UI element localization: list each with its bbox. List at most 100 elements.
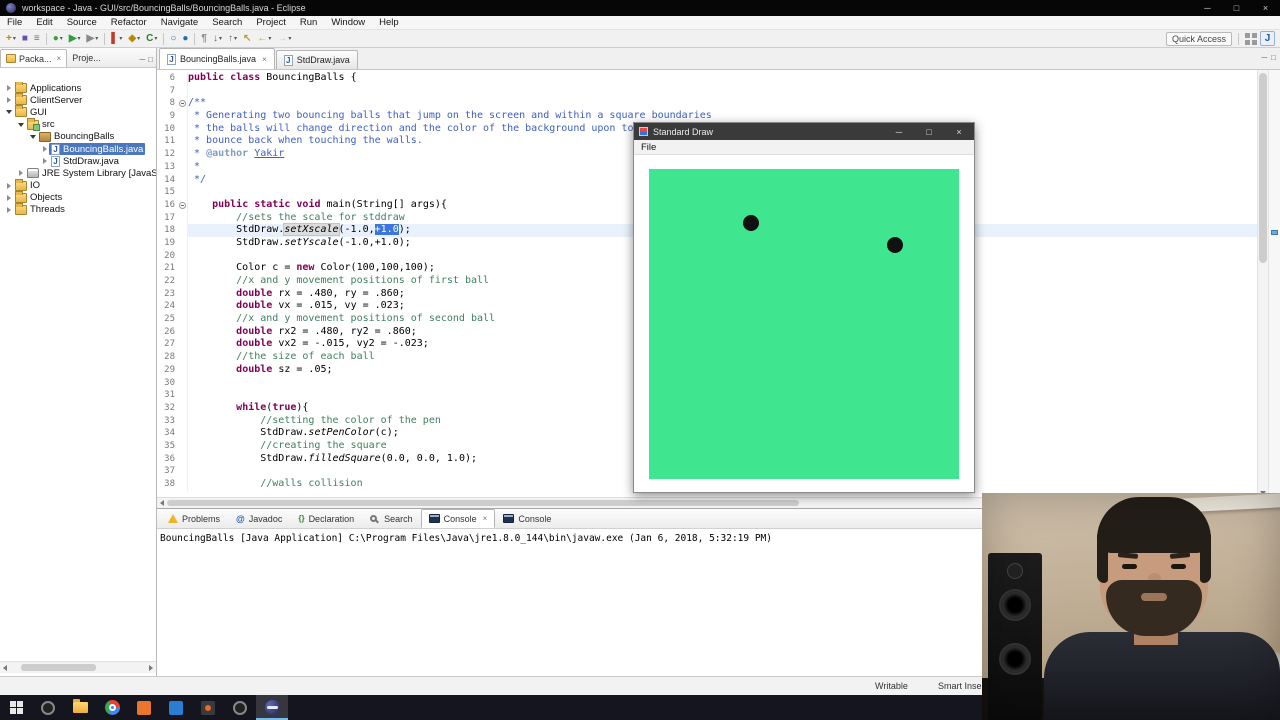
line-number[interactable]: 20: [157, 250, 178, 263]
workbench-perspective-icon[interactable]: [1245, 32, 1257, 45]
line-number[interactable]: 21: [157, 262, 178, 275]
minimize-view-button[interactable]: ─: [139, 55, 145, 64]
line-number[interactable]: 25: [157, 313, 178, 326]
tree-item-src[interactable]: src: [0, 117, 156, 131]
expand-arrow-icon[interactable]: [16, 170, 25, 176]
line-number[interactable]: 15: [157, 186, 178, 199]
tree-item-bouncingballs[interactable]: BouncingBalls: [0, 131, 156, 143]
editor-vertical-scrollbar[interactable]: [1257, 70, 1268, 497]
menu-window[interactable]: Window: [324, 17, 372, 28]
line-number[interactable]: 8: [157, 97, 178, 110]
line-number[interactable]: 19: [157, 237, 178, 250]
collapse-arrow-icon[interactable]: [4, 110, 13, 114]
line-number[interactable]: 22: [157, 275, 178, 288]
stddraw-file-menu[interactable]: File: [634, 142, 663, 153]
expand-arrow-icon[interactable]: [4, 85, 13, 91]
line-number[interactable]: 12: [157, 148, 178, 161]
scrollbar-thumb[interactable]: [1259, 73, 1267, 263]
taskbar-start[interactable]: [0, 695, 32, 720]
tree-item-threads[interactable]: Threads: [0, 202, 156, 216]
line-number[interactable]: 33: [157, 415, 178, 428]
scroll-left-icon[interactable]: [157, 498, 167, 508]
line-number[interactable]: 28: [157, 351, 178, 364]
collapse-arrow-icon[interactable]: [28, 135, 37, 139]
dropdown-caret-icon[interactable]: ▾: [13, 35, 16, 42]
maximize-editor-button[interactable]: □: [1271, 53, 1276, 62]
expand-arrow-icon[interactable]: [40, 158, 49, 164]
back-button[interactable]: ← ▾: [255, 31, 273, 47]
tab-console[interactable]: Console ×: [420, 509, 496, 528]
line-number[interactable]: 34: [157, 427, 178, 440]
expand-arrow-icon[interactable]: [4, 183, 13, 189]
dropdown-caret-icon[interactable]: ▾: [234, 35, 237, 42]
line-number[interactable]: 6: [157, 72, 178, 85]
dropdown-caret-icon[interactable]: ▾: [119, 35, 122, 42]
stddraw-close-button[interactable]: ×: [944, 123, 974, 140]
quick-access-button[interactable]: Quick Access: [1165, 31, 1232, 46]
menu-refactor[interactable]: Refactor: [104, 17, 154, 28]
tab-problems[interactable]: Problems: [160, 509, 228, 528]
line-number[interactable]: 11: [157, 135, 178, 148]
line-number[interactable]: 31: [157, 389, 178, 402]
line-number[interactable]: 29: [157, 364, 178, 377]
expand-arrow-icon[interactable]: [40, 146, 49, 152]
line-number[interactable]: 35: [157, 440, 178, 453]
new-java-project-button[interactable]: ◆ ▾: [126, 31, 142, 47]
taskbar-cortana[interactable]: [32, 695, 64, 720]
line-number[interactable]: 38: [157, 478, 178, 491]
collapse-arrow-icon[interactable]: [16, 123, 25, 127]
stddraw-titlebar[interactable]: Standard Draw ─ □ ×: [634, 123, 974, 140]
taskbar-eclipse[interactable]: [256, 695, 288, 720]
line-number[interactable]: 30: [157, 377, 178, 390]
tab-project-explorer[interactable]: Proje...: [67, 49, 106, 67]
search-button[interactable]: ●: [180, 31, 190, 47]
expand-arrow-icon[interactable]: [4, 195, 13, 201]
maximize-view-button[interactable]: □: [148, 55, 153, 64]
taskbar-app-blue[interactable]: [160, 695, 192, 720]
menu-navigate[interactable]: Navigate: [154, 17, 206, 28]
tree-item-bouncingballs-java[interactable]: J BouncingBalls.java: [0, 143, 156, 156]
menu-source[interactable]: Source: [60, 17, 104, 28]
line-number[interactable]: 32: [157, 402, 178, 415]
last-edit-location-button[interactable]: ↖: [241, 31, 253, 47]
taskbar-media-player[interactable]: [192, 695, 224, 720]
annotation-marker[interactable]: [1271, 230, 1278, 235]
dropdown-caret-icon[interactable]: ▾: [219, 35, 222, 42]
scrollbar-track[interactable]: [10, 662, 146, 673]
expand-arrow-icon[interactable]: [4, 207, 13, 213]
dropdown-caret-icon[interactable]: ▾: [268, 35, 271, 42]
tree-item-clientserver[interactable]: ClientServer: [0, 93, 156, 106]
scrollbar-thumb[interactable]: [20, 664, 96, 671]
tree-item-gui[interactable]: GUI: [0, 105, 156, 118]
expand-arrow-icon[interactable]: [4, 97, 13, 103]
tab-javadoc[interactable]: @ Javadoc: [228, 509, 290, 528]
minimize-editor-button[interactable]: ─: [1261, 53, 1267, 62]
stddraw-maximize-button[interactable]: □: [914, 123, 944, 140]
line-number[interactable]: 27: [157, 338, 178, 351]
editor-tab-bouncingballs-java[interactable]: J BouncingBalls.java ×: [159, 48, 275, 69]
tab-console[interactable]: Console: [495, 509, 559, 528]
new-wizard-button[interactable]: + ▾: [4, 31, 18, 47]
java-perspective-icon[interactable]: J: [1260, 31, 1275, 46]
tree-item-objects[interactable]: Objects: [0, 190, 156, 204]
line-number[interactable]: 37: [157, 465, 178, 478]
line-number[interactable]: 14: [157, 174, 178, 187]
line-number[interactable]: 23: [157, 288, 178, 301]
next-annotation-button[interactable]: ↓ ▾: [211, 31, 224, 47]
line-number[interactable]: 26: [157, 326, 178, 339]
line-number[interactable]: 24: [157, 300, 178, 313]
save-button[interactable]: ■: [20, 31, 30, 47]
debug-button[interactable]: ● ▾: [51, 31, 65, 47]
close-view-icon[interactable]: ×: [57, 54, 62, 63]
tab-search[interactable]: Search: [362, 509, 421, 528]
dropdown-caret-icon[interactable]: ▾: [154, 35, 157, 42]
line-number[interactable]: 13: [157, 161, 178, 174]
coverage-button[interactable]: ▌ ▾: [109, 31, 124, 47]
menu-run[interactable]: Run: [293, 17, 324, 28]
tab-declaration[interactable]: {} Declaration: [290, 509, 362, 528]
taskbar-app-orange[interactable]: [128, 695, 160, 720]
menu-help[interactable]: Help: [372, 17, 406, 28]
close-tab-icon[interactable]: ×: [483, 514, 488, 523]
close-button[interactable]: ×: [1251, 0, 1280, 16]
close-tab-icon[interactable]: ×: [262, 55, 267, 64]
